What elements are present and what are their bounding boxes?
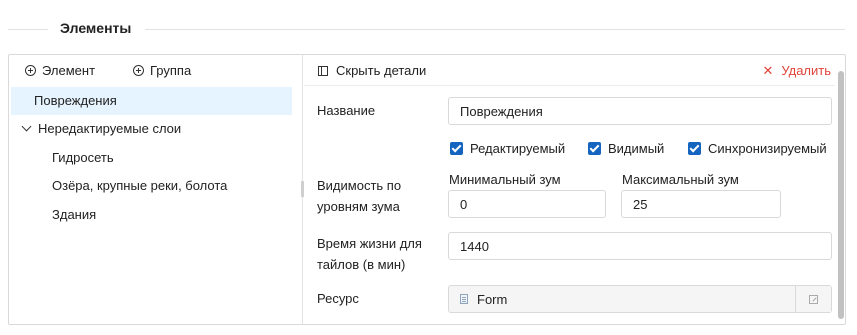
details-pane: Скрыть детали ✕ Удалить Название Поврежд… bbox=[304, 55, 835, 324]
tree-item-buildings[interactable]: Здания bbox=[9, 201, 292, 229]
add-element-label: Элемент bbox=[42, 63, 96, 78]
hide-details-button[interactable]: Скрыть детали bbox=[318, 63, 426, 78]
open-resource-button[interactable] bbox=[795, 286, 831, 312]
min-zoom-label: Минимальный зум bbox=[449, 172, 561, 187]
scrollbar-thumb[interactable] bbox=[838, 71, 844, 319]
checkbox-label: Редактируемый bbox=[470, 141, 566, 156]
visible-checkbox[interactable]: Видимый bbox=[588, 141, 664, 156]
name-input[interactable]: Повреждения bbox=[448, 97, 832, 125]
panel-icon bbox=[318, 65, 328, 76]
checkbox-checked-icon bbox=[688, 142, 701, 155]
delete-label: Удалить bbox=[781, 63, 831, 78]
tree-group-label: Нередактируемые слои bbox=[38, 121, 182, 136]
ttl-label-line1: Время жизни для bbox=[317, 236, 422, 251]
ttl-input[interactable]: 1440 bbox=[448, 232, 832, 260]
tree-item-label: Озёра, крупные реки, болота bbox=[52, 178, 228, 193]
plus-circle-icon bbox=[133, 65, 144, 76]
editable-checkbox[interactable]: Редактируемый bbox=[450, 141, 565, 156]
chevron-down-icon[interactable] bbox=[21, 121, 32, 132]
ttl-label-line2: тайлов (в мин) bbox=[317, 257, 406, 272]
tree-item-label: Гидросеть bbox=[52, 150, 114, 165]
max-zoom-input[interactable]: 25 bbox=[621, 190, 781, 218]
checkbox-label: Синхронизируемый bbox=[708, 141, 827, 156]
tree-item-label: Повреждения bbox=[34, 93, 117, 108]
tree-item-hydro[interactable]: Гидросеть bbox=[9, 144, 292, 172]
header-divider bbox=[304, 85, 835, 86]
sync-checkbox[interactable]: Синхронизируемый bbox=[688, 141, 827, 156]
zoom-label-line2: уровням зума bbox=[317, 199, 400, 214]
plus-circle-icon bbox=[25, 65, 36, 76]
file-icon bbox=[460, 294, 468, 304]
elements-panel: Элемент Группа Повреждения Нередактируем… bbox=[8, 54, 846, 325]
resource-value: Form bbox=[477, 291, 508, 307]
hide-details-label: Скрыть детали bbox=[336, 63, 427, 78]
open-external-icon bbox=[809, 294, 818, 304]
checkbox-checked-icon bbox=[588, 142, 601, 155]
section-line-left bbox=[8, 29, 48, 30]
section-line-right bbox=[145, 29, 845, 30]
section-title: Элементы bbox=[60, 20, 132, 36]
min-zoom-value: 0 bbox=[460, 196, 468, 212]
checkbox-checked-icon bbox=[450, 142, 463, 155]
delete-button[interactable]: ✕ Удалить bbox=[762, 63, 831, 78]
max-zoom-label: Максимальный зум bbox=[622, 172, 739, 187]
resource-label: Ресурс bbox=[317, 291, 359, 306]
tree-pane: Элемент Группа Повреждения Нередактируем… bbox=[9, 55, 303, 324]
resource-field[interactable]: Form bbox=[448, 285, 832, 313]
tree-item-selected[interactable]: Повреждения bbox=[11, 87, 292, 115]
tree-group[interactable]: Нередактируемые слои bbox=[9, 115, 292, 143]
add-group-button[interactable]: Группа bbox=[133, 63, 191, 78]
min-zoom-input[interactable]: 0 bbox=[448, 190, 606, 218]
max-zoom-value: 25 bbox=[633, 196, 648, 212]
tree-item-lakes[interactable]: Озёра, крупные реки, болота bbox=[9, 172, 292, 200]
add-group-label: Группа bbox=[150, 63, 192, 78]
name-input-value: Повреждения bbox=[460, 103, 543, 119]
close-icon: ✕ bbox=[762, 63, 774, 78]
zoom-label-line1: Видимость по bbox=[317, 178, 402, 193]
name-label: Название bbox=[317, 103, 376, 118]
ttl-value: 1440 bbox=[460, 238, 489, 254]
add-element-button[interactable]: Элемент bbox=[25, 63, 95, 78]
checkbox-label: Видимый bbox=[608, 141, 665, 156]
tree-item-label: Здания bbox=[52, 207, 97, 222]
